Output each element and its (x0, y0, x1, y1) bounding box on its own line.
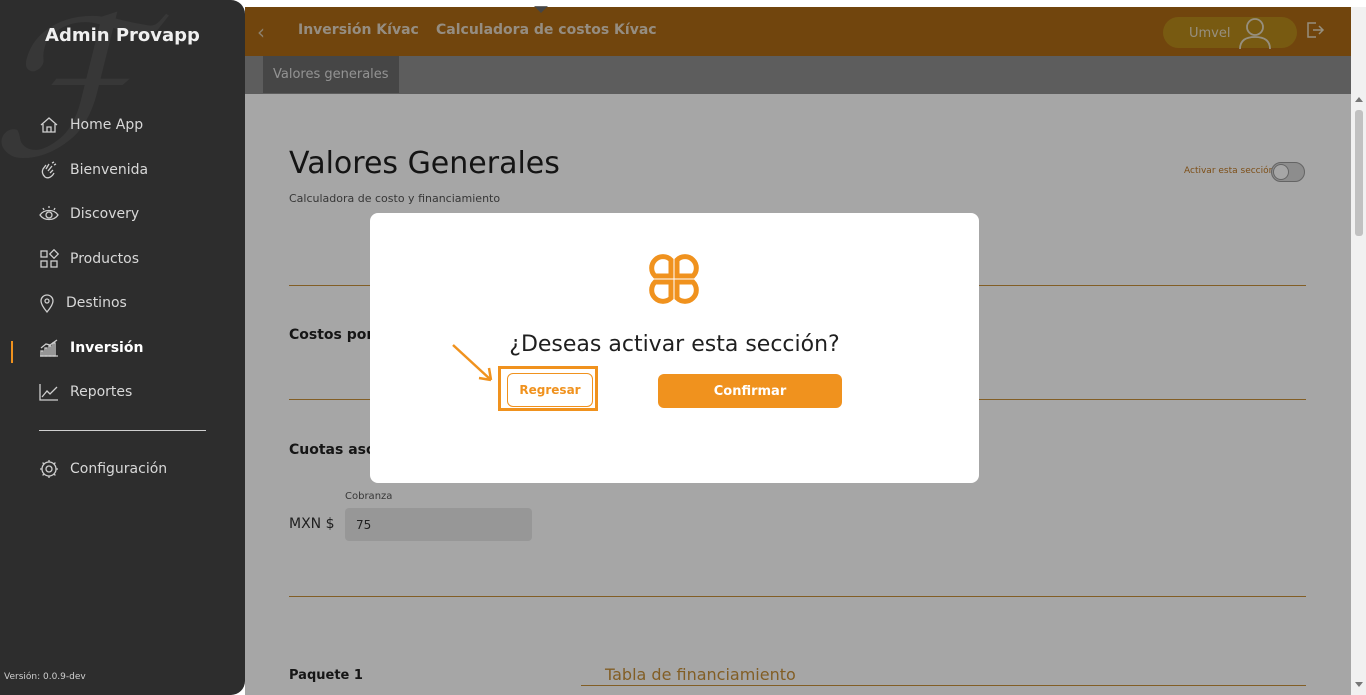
sidebar-item-bienvenida[interactable]: Bienvenida (38, 158, 148, 182)
app-title: Admin Provapp (45, 25, 200, 46)
gear-icon (38, 458, 60, 480)
sidebar-item-label: Discovery (70, 206, 140, 222)
sidebar-item-label: Destinos (66, 295, 127, 311)
line-chart-icon (38, 381, 60, 403)
version-label: Versión: 0.0.9-dev (4, 672, 86, 682)
clover-logo-icon (641, 246, 707, 316)
location-pin-icon (38, 292, 56, 314)
wave-hand-icon (38, 159, 60, 181)
annotation-arrow-icon (447, 340, 497, 392)
bar-chart-icon (38, 337, 60, 359)
sidebar-item-label: Home App (70, 117, 144, 133)
sidebar-item-label: Configuración (70, 461, 168, 477)
sidebar-item-label: Productos (70, 251, 140, 267)
sidebar-item-label: Reportes (70, 384, 133, 400)
sidebar-item-label: Bienvenida (70, 162, 149, 178)
scroll-thumb[interactable] (1355, 110, 1363, 236)
eye-icon (38, 203, 60, 225)
sidebar-item-destinos[interactable]: Destinos (38, 291, 127, 315)
sidebar: ℱ Admin Provapp Home App Bienvenida Disc… (0, 0, 245, 695)
sidebar-item-inversion[interactable]: Inversión (38, 336, 143, 360)
regresar-button[interactable]: Regresar (507, 373, 593, 407)
confirmar-button[interactable]: Confirmar (658, 374, 842, 408)
sidebar-item-configuracion[interactable]: Configuración (38, 457, 167, 481)
scroll-down-icon[interactable] (1355, 682, 1363, 687)
scroll-up-icon[interactable] (1355, 97, 1363, 102)
sidebar-item-home-app[interactable]: Home App (38, 113, 143, 137)
sidebar-item-reportes[interactable]: Reportes (38, 380, 132, 404)
home-icon (38, 114, 60, 136)
sidebar-item-discovery[interactable]: Discovery (38, 202, 139, 226)
active-indicator (11, 341, 13, 363)
grid-icon (38, 248, 60, 270)
sidebar-item-productos[interactable]: Productos (38, 247, 139, 271)
nav-divider (39, 430, 206, 431)
sidebar-item-label: Inversión (70, 340, 144, 356)
scrollbar[interactable] (1351, 7, 1366, 695)
